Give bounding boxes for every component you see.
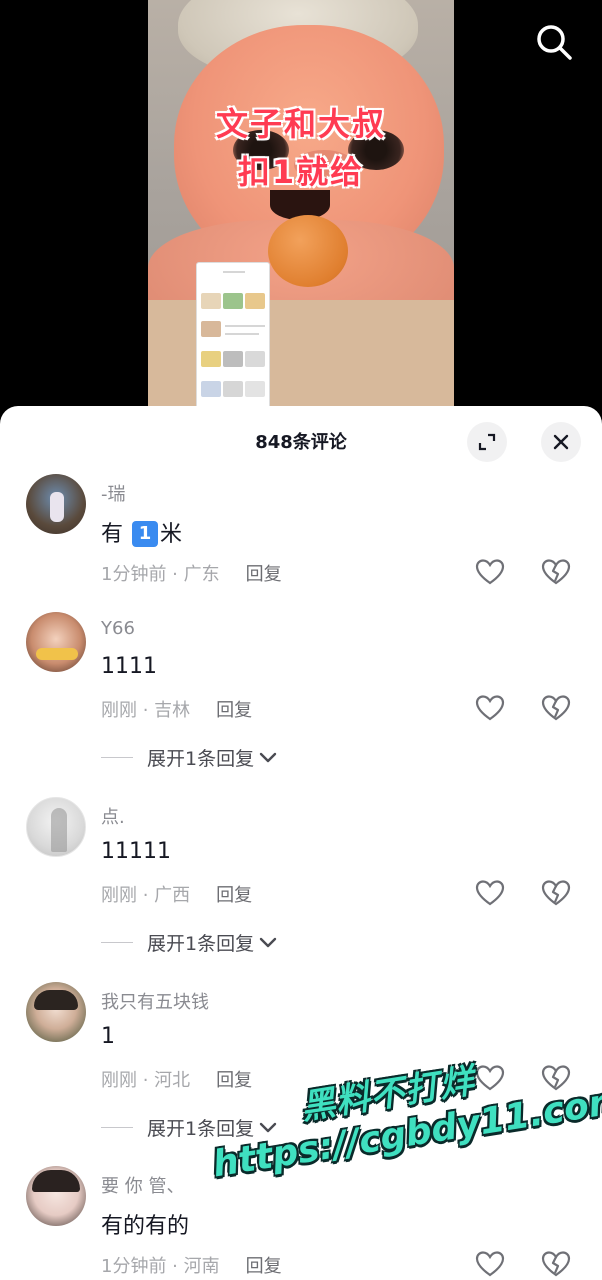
comment-time-location: 1分钟前 · 广东: [101, 564, 220, 585]
avatar[interactable]: [26, 982, 86, 1042]
comment-time-location: 刚刚 · 吉林: [101, 700, 191, 721]
comment-item: 要 你 管、 有的有的 1分钟前 · 河南 回复: [0, 1166, 602, 1280]
comment-text: 11111: [101, 839, 171, 864]
comment-meta: 刚刚 · 广西 回复: [101, 881, 252, 907]
expand-sheet-button[interactable]: [467, 422, 507, 462]
keycap-one-emoji: 1: [132, 521, 158, 547]
dislike-broken-heart-icon[interactable]: [540, 877, 572, 909]
comment-meta: 1分钟前 · 广东 回复: [101, 560, 282, 586]
like-heart-icon[interactable]: [474, 556, 506, 588]
comment-count-title: 848条评论: [255, 432, 347, 453]
sheet-header: 848条评论: [0, 406, 602, 476]
comment-username[interactable]: 我只有五块钱: [101, 988, 209, 1014]
close-sheet-button[interactable]: [541, 422, 581, 462]
comment-text: 1: [101, 1024, 115, 1049]
dislike-broken-heart-icon[interactable]: [540, 1062, 572, 1094]
reply-button[interactable]: 回复: [246, 564, 282, 585]
comment-meta: 1分钟前 · 河南 回复: [101, 1252, 282, 1278]
like-heart-icon[interactable]: [474, 877, 506, 909]
chevron-down-icon: [259, 937, 277, 947]
comment-meta: 刚刚 · 吉林 回复: [101, 696, 252, 722]
like-heart-icon[interactable]: [474, 1248, 506, 1280]
like-heart-icon[interactable]: [474, 692, 506, 724]
comment-time-location: 刚刚 · 河北: [101, 1070, 191, 1091]
comment-time-location: 刚刚 · 广西: [101, 885, 191, 906]
search-icon[interactable]: [532, 20, 576, 64]
close-icon: [553, 434, 569, 450]
video-caption: 文子和大叔 扣1就给: [148, 100, 454, 196]
dislike-broken-heart-icon[interactable]: [540, 692, 572, 724]
comment-item: Y66 1111 刚刚 · 吉林 回复 展开1条回复: [0, 612, 602, 772]
comment-text: 1111: [101, 654, 157, 679]
reply-button[interactable]: 回复: [216, 1070, 252, 1091]
expand-replies-button[interactable]: 展开1条回复: [101, 1114, 278, 1141]
expand-replies-button[interactable]: 展开1条回复: [101, 744, 278, 771]
reply-button[interactable]: 回复: [216, 700, 252, 721]
video-frame: 文子和大叔 扣1就给: [148, 0, 454, 410]
comment-username[interactable]: 点.: [101, 803, 125, 829]
chevron-down-icon: [259, 1122, 277, 1132]
comment-meta: 刚刚 · 河北 回复: [101, 1066, 252, 1092]
comment-username[interactable]: Y66: [101, 618, 135, 639]
avatar[interactable]: [26, 797, 86, 857]
table-surface: [148, 300, 454, 410]
chevron-down-icon: [259, 752, 277, 762]
reply-button[interactable]: 回复: [216, 885, 252, 906]
expand-replies-button[interactable]: 展开1条回复: [101, 929, 278, 956]
comment-text: 有 1米: [101, 521, 183, 547]
comment-username[interactable]: 要 你 管、: [101, 1172, 184, 1198]
orange-ball: [268, 215, 348, 287]
avatar[interactable]: [26, 474, 86, 534]
avatar[interactable]: [26, 612, 86, 672]
comment-username[interactable]: -瑞: [101, 480, 126, 506]
comment-sheet: 848条评论 -瑞 有 1米 1分钟前 · 广东 回复 Y66 1111 刚刚 …: [0, 406, 602, 1280]
dislike-broken-heart-icon[interactable]: [540, 556, 572, 588]
comment-text: 有的有的: [101, 1214, 190, 1239]
avatar[interactable]: [26, 1166, 86, 1226]
video-caption-line1: 文子和大叔: [215, 105, 386, 143]
comment-item: 我只有五块钱 1 刚刚 · 河北 回复 展开1条回复: [0, 982, 602, 1142]
comment-item: 点. 11111 刚刚 · 广西 回复 展开1条回复: [0, 797, 602, 957]
like-heart-icon[interactable]: [474, 1062, 506, 1094]
video-caption-line2: 扣1就给: [237, 153, 365, 191]
comment-item: -瑞 有 1米 1分钟前 · 广东 回复: [0, 474, 602, 594]
dislike-broken-heart-icon[interactable]: [540, 1248, 572, 1280]
expand-icon: [478, 433, 496, 451]
phone-screenshot-overlay: [196, 262, 270, 410]
video-player[interactable]: 文子和大叔 扣1就给: [0, 0, 602, 420]
reply-button[interactable]: 回复: [246, 1256, 282, 1277]
comment-time-location: 1分钟前 · 河南: [101, 1256, 220, 1277]
